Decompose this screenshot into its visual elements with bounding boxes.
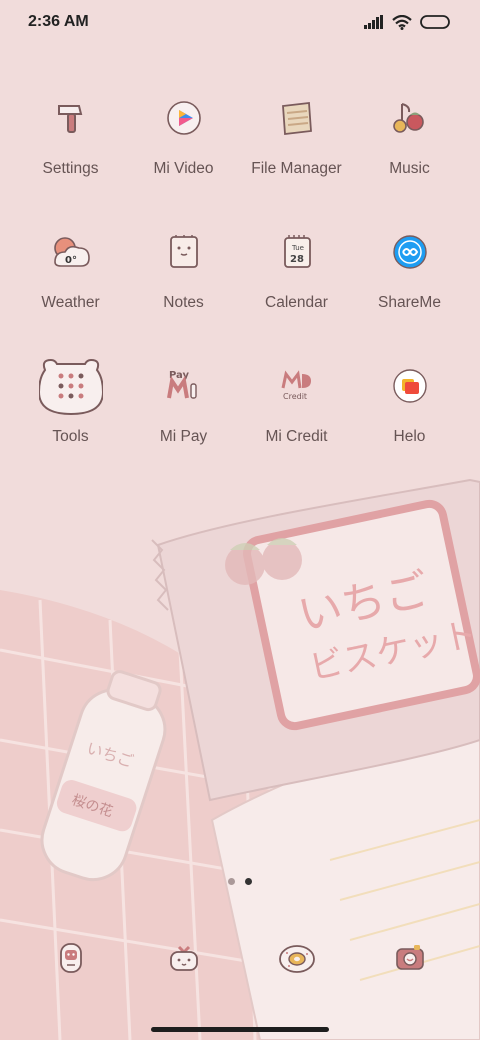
dock-messages[interactable] bbox=[127, 928, 240, 988]
home-indicator[interactable] bbox=[151, 1027, 329, 1032]
app-shareme[interactable]: ShareMe bbox=[353, 220, 466, 354]
app-settings[interactable]: Settings bbox=[14, 86, 127, 220]
calendar-day: Tue bbox=[291, 244, 304, 252]
app-label: Mi Video bbox=[153, 160, 214, 177]
music-note-icon bbox=[378, 86, 442, 150]
phone-icon bbox=[59, 943, 82, 973]
dock-camera[interactable] bbox=[353, 928, 466, 988]
notes-icon bbox=[152, 220, 216, 284]
app-label: Notes bbox=[163, 294, 204, 311]
app-notes[interactable]: Notes bbox=[127, 220, 240, 354]
shareme-icon bbox=[378, 220, 442, 284]
tools-folder-icon bbox=[38, 354, 103, 418]
app-grid: Settings Mi Video File Manager Music 0° … bbox=[14, 86, 466, 488]
status-time: 2:36 AM bbox=[28, 13, 89, 30]
calendar-date: 28 bbox=[290, 254, 304, 265]
browser-icon bbox=[278, 945, 315, 973]
app-label: Calendar bbox=[265, 294, 328, 311]
calendar-icon: Tue 28 bbox=[265, 220, 329, 284]
app-label: Weather bbox=[41, 294, 100, 311]
app-label: File Manager bbox=[251, 160, 342, 177]
hammer-icon bbox=[39, 86, 103, 150]
status-icons bbox=[364, 14, 452, 30]
app-helo[interactable]: Helo bbox=[353, 354, 466, 488]
dock bbox=[14, 928, 466, 988]
app-tools-folder[interactable]: Tools bbox=[14, 354, 127, 488]
app-mi-pay[interactable]: Pay Mi Pay bbox=[127, 354, 240, 488]
app-mi-credit[interactable]: Credit Mi Credit bbox=[240, 354, 353, 488]
play-icon bbox=[152, 86, 216, 150]
helo-icon bbox=[378, 354, 442, 418]
mi-credit-icon: Credit bbox=[265, 354, 329, 418]
weather-temp: 0° bbox=[65, 255, 77, 266]
app-weather[interactable]: 0° Weather bbox=[14, 220, 127, 354]
status-bar: 2:36 AM bbox=[0, 0, 480, 44]
app-music[interactable]: Music bbox=[353, 86, 466, 220]
page-indicator bbox=[0, 878, 480, 885]
dock-browser[interactable] bbox=[240, 928, 353, 988]
app-label: Tools bbox=[52, 428, 89, 445]
page-dot-1[interactable] bbox=[228, 878, 235, 885]
dock-phone[interactable] bbox=[14, 928, 127, 988]
app-label: Mi Credit bbox=[265, 428, 328, 445]
app-calendar[interactable]: Tue 28 Calendar bbox=[240, 220, 353, 354]
mi-credit-icon-text: Credit bbox=[283, 392, 307, 401]
app-label: ShareMe bbox=[378, 294, 441, 311]
app-label: Helo bbox=[393, 428, 426, 445]
app-label: Music bbox=[389, 160, 430, 177]
app-label: Settings bbox=[42, 160, 99, 177]
folder-icon bbox=[265, 86, 329, 150]
messages-icon bbox=[169, 945, 198, 971]
weather-icon: 0° bbox=[39, 220, 103, 284]
app-label: Mi Pay bbox=[159, 428, 208, 445]
camera-icon bbox=[395, 945, 424, 970]
app-file-manager[interactable]: File Manager bbox=[240, 86, 353, 220]
wifi-icon bbox=[392, 14, 412, 30]
mi-pay-icon: Pay bbox=[152, 354, 216, 418]
battery-icon bbox=[420, 15, 450, 29]
app-mi-video[interactable]: Mi Video bbox=[127, 86, 240, 220]
signal-icon bbox=[364, 15, 383, 29]
page-dot-2[interactable] bbox=[245, 878, 252, 885]
